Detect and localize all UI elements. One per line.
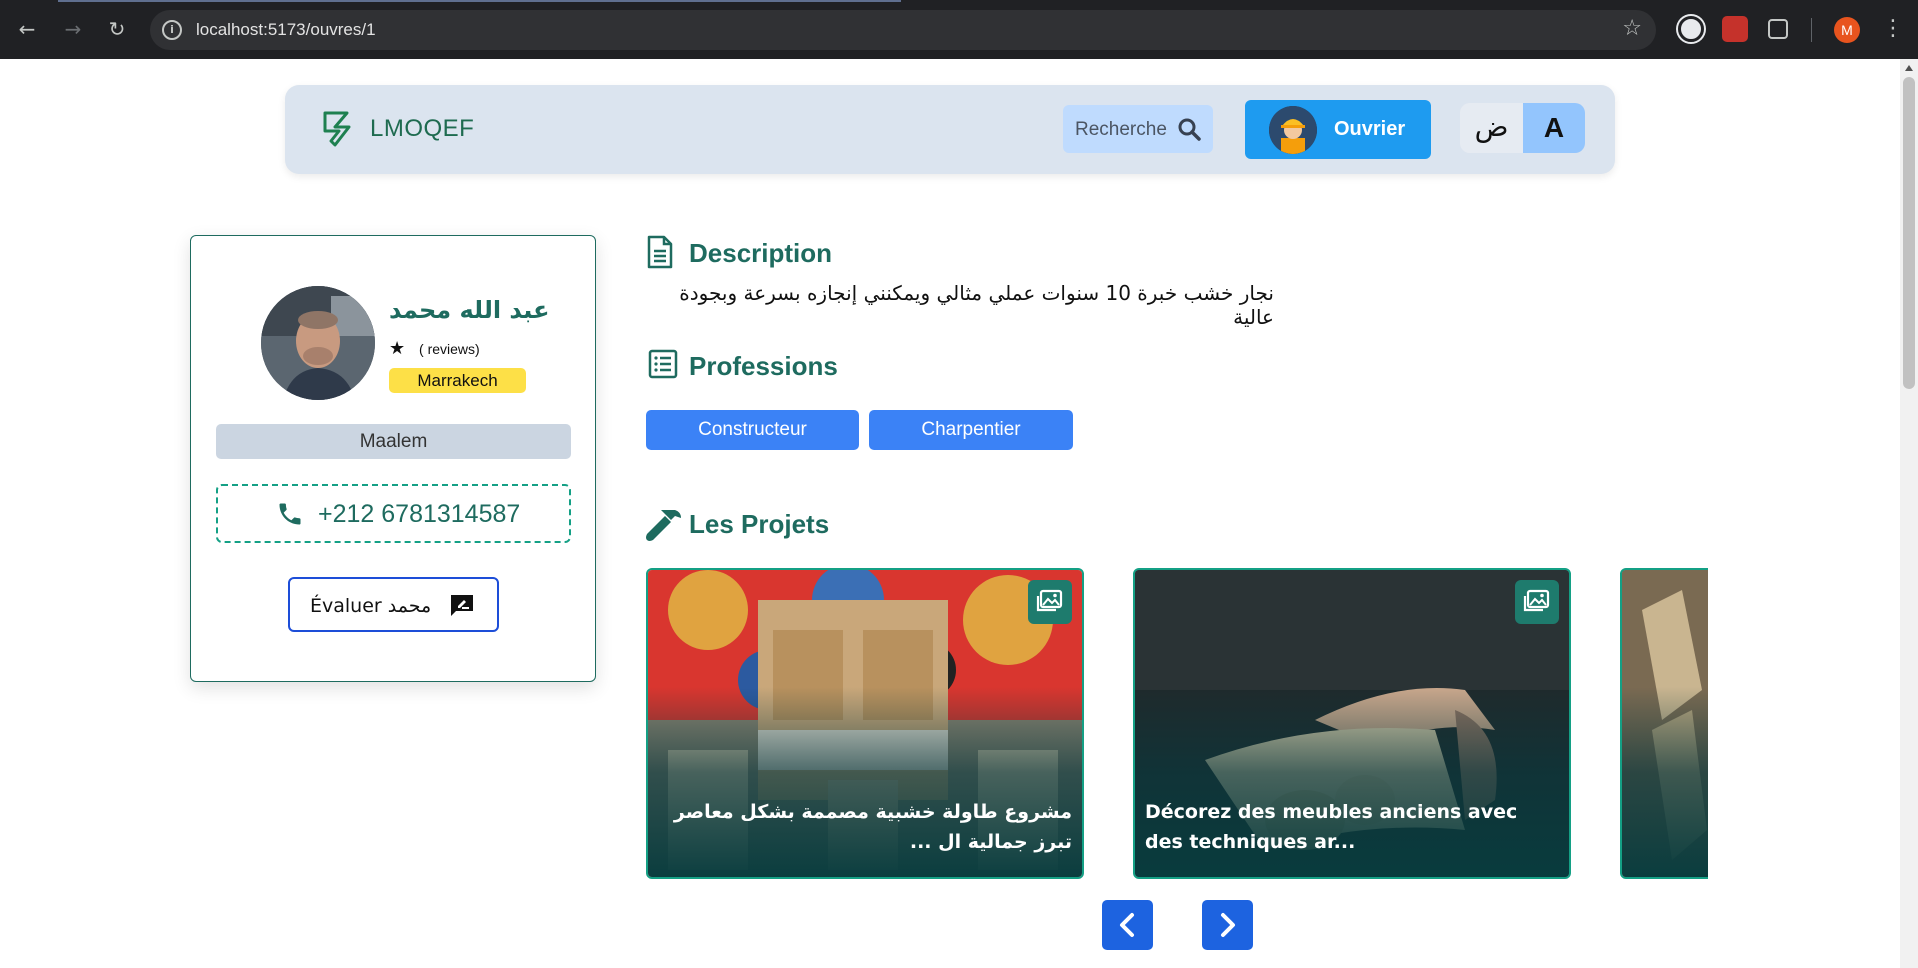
reviews-count: ( reviews) [419,341,480,357]
city-badge: Marrakech [389,368,526,393]
chevron-left-icon [1120,913,1134,937]
gallery-icon[interactable] [1028,580,1072,624]
extension-puzzle-red-icon[interactable] [1722,16,1748,42]
profile-avatar[interactable]: M [1834,17,1860,43]
url-text[interactable]: localhost:5173/ouvres/1 [196,20,376,40]
project-card[interactable]: مشروع طاولة خشبية مصممة بشكل معاصر تبرز … [646,568,1084,879]
language-switch: ض A [1460,103,1585,153]
logo-icon[interactable] [321,109,353,149]
search-label: Recherche [1075,119,1167,140]
gallery-icon[interactable] [1515,580,1559,624]
role-ouvrier-label: Ouvrier [1334,118,1406,140]
phone-number[interactable]: +212 6781314587 [318,500,520,529]
carousel-next-button[interactable] [1202,900,1253,950]
feedback-icon [451,595,473,616]
rating: ★ ( reviews) [389,338,480,359]
project-card[interactable] [1620,568,1708,879]
reload-icon[interactable]: ↻ [102,14,132,44]
projects-title: Les Projets [689,509,830,539]
carousel-prev-button[interactable] [1102,900,1153,950]
profile-card: عبد الله محمد ★ ( reviews) Marrakech Maa… [190,235,596,682]
description-text: نجار خشب خبرة 10 سنوات عملي مثالي ويمكنن… [679,281,1274,329]
rank-badge: Maalem [216,424,571,459]
rate-worker-label: Évaluer محمد [310,595,432,617]
lang-arabic-button[interactable]: ض [1460,103,1523,153]
logo-text[interactable]: LMOQEF [370,115,474,143]
lang-french-button[interactable]: A [1523,103,1585,153]
rate-worker-button[interactable]: Évaluer محمد [288,577,499,632]
profile-photo [261,286,375,400]
chevron-right-icon [1221,913,1235,937]
profession-tag[interactable]: Constructeur [646,410,859,450]
worker-avatar-icon [1269,106,1317,154]
phone-icon [279,503,301,525]
tab-indicator [58,0,901,2]
professions-title: Professions [689,351,838,381]
top-navbar: LMOQEF Recherche Ouvrier ض A [285,85,1615,174]
address-bar[interactable]: i localhost:5173/ouvres/1 ☆ [150,10,1656,50]
profession-tag[interactable]: Charpentier [869,410,1073,450]
extension-icon[interactable] [1678,16,1704,42]
bookmark-star-icon[interactable]: ☆ [1622,16,1642,41]
site-info-icon[interactable]: i [162,20,182,40]
role-ouvrier-button[interactable]: Ouvrier [1245,100,1431,159]
star-icon: ★ [389,338,406,358]
page-scrollbar[interactable] [1900,59,1918,968]
projects-carousel: مشروع طاولة خشبية مصممة بشكل معاصر تبرز … [646,568,1708,881]
search-icon [1178,118,1201,141]
browser-chrome: ← → ↻ i localhost:5173/ouvres/1 ☆ M ⋮ [0,0,1918,59]
toolbar-divider [1811,18,1812,42]
hammer-icon [646,510,681,541]
forward-icon[interactable]: → [58,14,88,44]
browser-menu-icon[interactable]: ⋮ [1882,14,1904,44]
caption-shade [1622,687,1708,877]
description-title: Description [689,238,833,268]
page: LMOQEF Recherche Ouvrier ض A عبد الله مح… [0,59,1900,968]
phone-box[interactable]: +212 6781314587 [216,484,571,543]
project-caption: مشروع طاولة خشبية مصممة بشكل معاصر تبرز … [673,801,1072,853]
document-icon [647,235,673,269]
extensions-menu-icon[interactable] [1768,19,1788,39]
scroll-up-arrow-icon[interactable] [1905,65,1913,71]
project-caption: Décorez des meubles anciens avec des tec… [1145,801,1518,853]
search-button[interactable]: Recherche [1063,105,1213,153]
worker-name: عبد الله محمد [389,296,550,324]
scrollbar-thumb[interactable] [1903,77,1915,389]
project-card[interactable]: Décorez des meubles anciens avec des tec… [1133,568,1571,879]
list-icon [648,349,678,379]
back-icon[interactable]: ← [12,14,42,44]
